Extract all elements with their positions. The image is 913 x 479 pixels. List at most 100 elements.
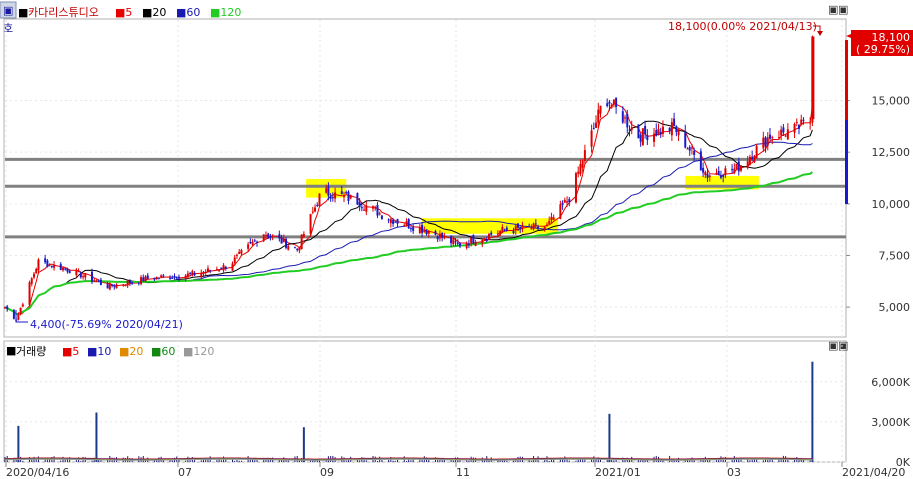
candle-body bbox=[345, 192, 348, 194]
candle-body bbox=[599, 105, 602, 114]
candle-body bbox=[327, 186, 330, 196]
candle-body bbox=[472, 235, 475, 244]
candle-body bbox=[122, 284, 125, 286]
candle-body bbox=[427, 231, 430, 234]
candle-body bbox=[675, 126, 678, 133]
candle-body bbox=[396, 219, 399, 224]
candle-body bbox=[802, 119, 805, 121]
candle-body bbox=[35, 268, 38, 274]
candle-body bbox=[661, 126, 664, 134]
candle-body bbox=[300, 234, 303, 249]
ma-legend-bullet: ■ bbox=[18, 6, 28, 19]
candle-body bbox=[280, 237, 283, 244]
panel-close-icon[interactable]: ▣ bbox=[838, 3, 848, 16]
candle-body bbox=[764, 137, 767, 147]
candle-body bbox=[534, 223, 537, 225]
candle-body bbox=[77, 270, 80, 272]
candle-body bbox=[566, 201, 569, 203]
candle-body bbox=[519, 226, 522, 230]
candle-body bbox=[82, 276, 85, 278]
candle-body bbox=[267, 233, 270, 238]
candle-body bbox=[231, 263, 234, 271]
candle-body bbox=[363, 209, 366, 211]
candle-body bbox=[746, 161, 749, 168]
candle-body bbox=[628, 129, 631, 131]
candle-body bbox=[521, 225, 524, 229]
chart-type-icon: 호 bbox=[3, 22, 13, 35]
candle-body bbox=[456, 242, 459, 244]
candle-body bbox=[621, 111, 624, 123]
volume-panel bbox=[3, 340, 847, 463]
candle-body bbox=[59, 264, 62, 270]
candle-body bbox=[17, 313, 20, 320]
candle-body bbox=[113, 285, 116, 287]
volume-spike bbox=[608, 413, 611, 462]
candle-body bbox=[800, 119, 803, 126]
candle-body bbox=[204, 271, 207, 273]
candle-body bbox=[374, 207, 377, 209]
candle-body bbox=[579, 164, 582, 175]
candle-body bbox=[769, 134, 772, 139]
candle-body bbox=[387, 219, 390, 221]
candle-body bbox=[126, 280, 129, 286]
candle-body bbox=[131, 282, 134, 284]
candle-body bbox=[365, 205, 368, 212]
candle-body bbox=[171, 277, 174, 279]
candle-body bbox=[438, 233, 441, 239]
x-tick-label: 2020/04/16 bbox=[6, 466, 69, 479]
candle-body bbox=[53, 264, 56, 268]
candle-body bbox=[706, 173, 709, 178]
candle-body bbox=[737, 161, 740, 172]
price-tick-label: 12,500 bbox=[872, 146, 911, 159]
candle-body bbox=[673, 118, 676, 126]
candle-body bbox=[325, 188, 328, 193]
candle-body bbox=[458, 243, 461, 247]
candle-body bbox=[771, 137, 774, 139]
candle-body bbox=[378, 213, 381, 215]
candle-body bbox=[450, 235, 453, 244]
candle-body bbox=[44, 258, 47, 263]
candle-body bbox=[690, 147, 693, 149]
candle-body bbox=[641, 128, 644, 145]
candle-body bbox=[249, 241, 252, 244]
candle-body bbox=[755, 145, 758, 159]
candle-body bbox=[630, 127, 633, 131]
candle-body bbox=[380, 215, 383, 219]
candle-body bbox=[222, 265, 225, 271]
candle-body bbox=[37, 259, 40, 271]
candle-body bbox=[668, 127, 671, 132]
candle-body bbox=[331, 197, 334, 199]
candle-body bbox=[264, 235, 267, 237]
candle-body-spike bbox=[811, 36, 815, 120]
candle-body bbox=[407, 218, 410, 229]
candle-body bbox=[262, 234, 265, 241]
candle-body bbox=[719, 175, 722, 178]
volume-spike bbox=[17, 425, 20, 462]
candle-body bbox=[233, 257, 236, 264]
candle-body bbox=[740, 165, 743, 171]
candle-body bbox=[550, 216, 553, 221]
candle-body bbox=[452, 239, 455, 245]
candle-body bbox=[93, 281, 96, 283]
volume-ma-legend: ■5 ■10 ■20 ■60 ■120 bbox=[62, 345, 214, 358]
candle-body bbox=[574, 173, 577, 203]
volume-bullet: ■ bbox=[6, 344, 16, 357]
x-tick-label: 2021/01 bbox=[595, 466, 641, 479]
candle-body bbox=[189, 273, 192, 275]
candle-body bbox=[251, 241, 254, 245]
candle-body bbox=[795, 121, 798, 123]
candle-body bbox=[12, 309, 15, 319]
volume-close-icon[interactable]: ▣ bbox=[838, 339, 848, 352]
candle-body bbox=[99, 279, 102, 285]
volume-max-icon[interactable]: ▣ bbox=[828, 339, 838, 352]
candle-body bbox=[285, 238, 288, 248]
y-axis: 15,000 12,500 10,000 7,500 5,000 6,000K 3,000K… bbox=[846, 95, 911, 469]
candle-body bbox=[501, 227, 504, 233]
panel-max-icon[interactable]: ▣ bbox=[828, 3, 838, 16]
candle-body bbox=[421, 224, 424, 233]
candle-body bbox=[563, 199, 566, 203]
candle-body bbox=[481, 239, 484, 244]
collapse-icon: ▣ bbox=[3, 4, 13, 17]
candle-body bbox=[389, 219, 392, 224]
candle-body bbox=[64, 268, 67, 270]
